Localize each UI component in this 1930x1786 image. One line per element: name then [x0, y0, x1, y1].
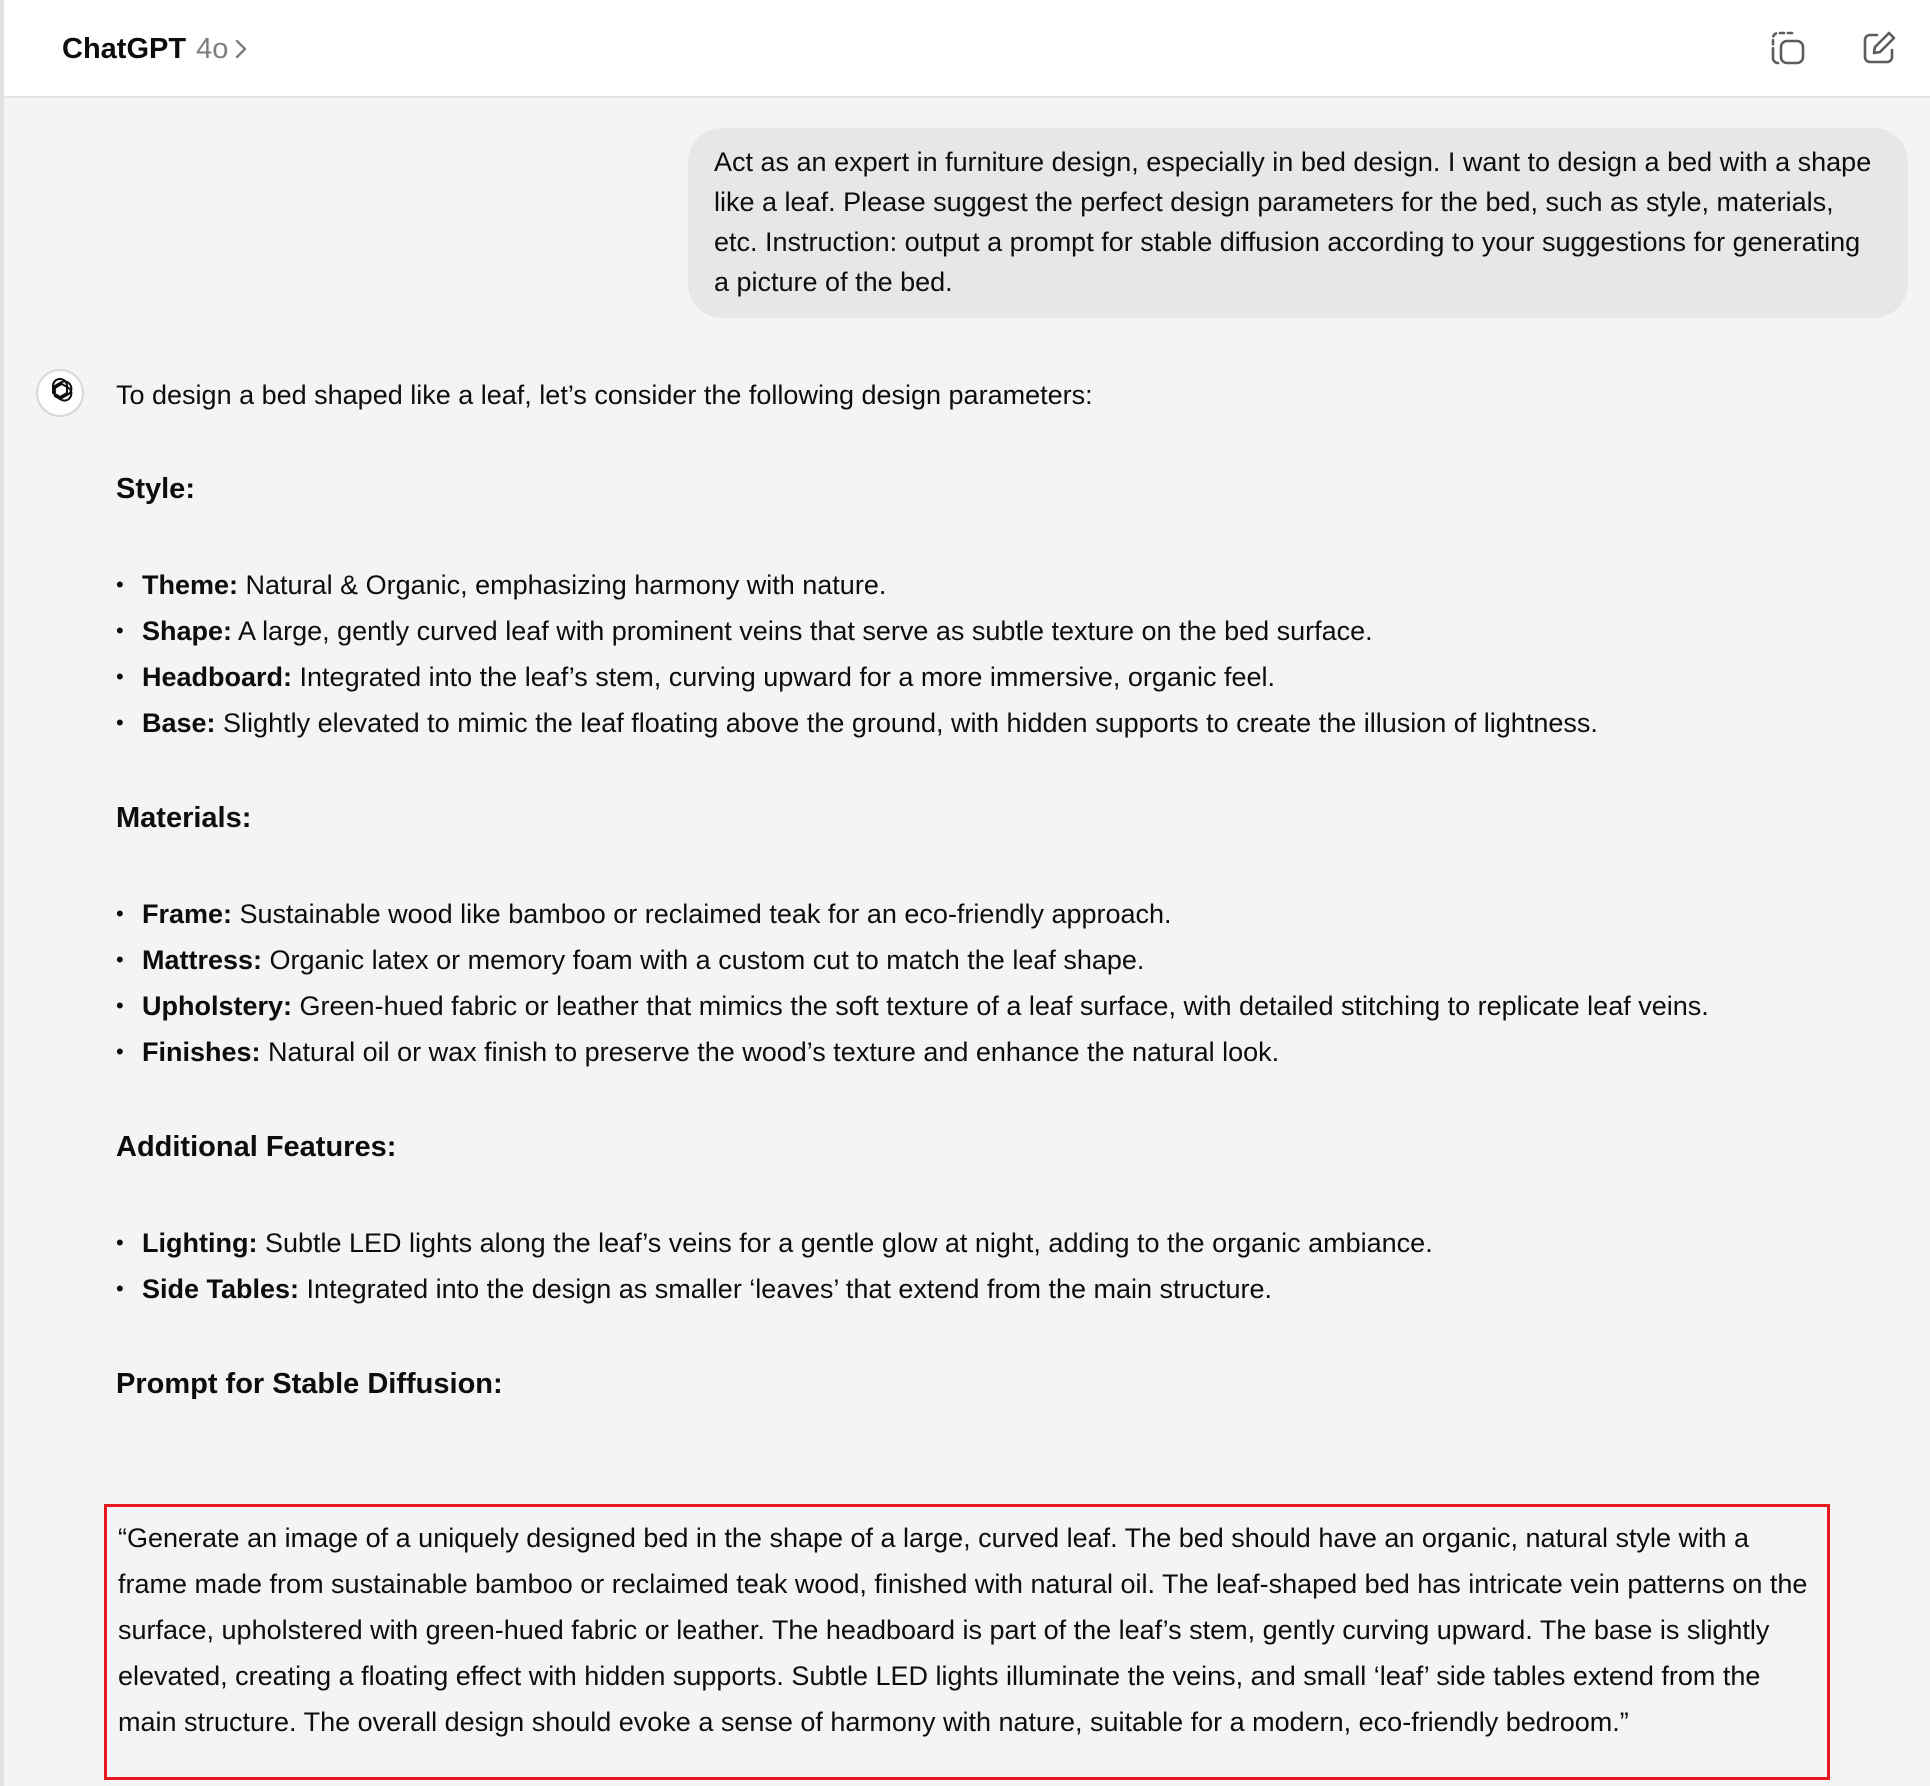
response-intro: To design a bed shaped like a leaf, let’…: [116, 380, 1093, 410]
assistant-avatar: [36, 369, 84, 417]
item-label: Lighting:: [142, 1228, 258, 1258]
window-edge: [0, 0, 4, 1786]
item-label: Upholstery:: [142, 991, 293, 1021]
highlighted-prompt-text: “Generate an image of a uniquely designe…: [104, 1504, 1830, 1780]
item-text: Integrated into the design as smaller ‘l…: [299, 1274, 1273, 1304]
style-list: Theme: Natural & Organic, emphasizing ha…: [116, 562, 1906, 746]
item-text: Integrated into the leaf’s stem, curving…: [292, 662, 1275, 692]
list-item: Shape: A large, gently curved leaf with …: [116, 608, 1906, 654]
item-label: Mattress:: [142, 945, 263, 975]
section-heading-materials: Materials:: [116, 802, 252, 834]
top-bar: ChatGPT 4o: [4, 0, 1930, 98]
list-item: Theme: Natural & Organic, emphasizing ha…: [116, 562, 1906, 608]
list-item: Lighting: Subtle LED lights along the le…: [116, 1220, 1906, 1266]
item-label: Theme:: [142, 570, 239, 600]
list-item: Mattress: Organic latex or memory foam w…: [116, 937, 1906, 983]
chevron-right-icon: [234, 38, 248, 60]
item-text: Organic latex or memory foam with a cust…: [262, 945, 1145, 975]
openai-logo-icon: [43, 374, 77, 413]
section-heading-additional-features: Additional Features:: [116, 1131, 397, 1163]
item-label: Finishes:: [142, 1037, 261, 1067]
item-text: Slightly elevated to mimic the leaf floa…: [215, 708, 1598, 738]
user-message: Act as an expert in furniture design, es…: [688, 128, 1908, 318]
list-item: Base: Slightly elevated to mimic the lea…: [116, 700, 1906, 746]
item-label: Headboard:: [142, 662, 293, 692]
item-text: A large, gently curved leaf with promine…: [232, 616, 1373, 646]
item-label: Frame:: [142, 899, 233, 929]
model-name: ChatGPT: [62, 32, 187, 65]
model-version: 4o: [196, 32, 229, 65]
item-text: Green-hued fabric or leather that mimics…: [292, 991, 1709, 1021]
model-selector[interactable]: ChatGPT 4o: [62, 28, 248, 70]
materials-list: Frame: Sustainable wood like bamboo or r…: [116, 891, 1906, 1075]
list-item: Upholstery: Green-hued fabric or leather…: [116, 983, 1906, 1029]
section-heading-style: Style:: [116, 473, 195, 505]
list-item: Side Tables: Integrated into the design …: [116, 1266, 1906, 1312]
item-text: Subtle LED lights along the leaf’s veins…: [257, 1228, 1433, 1258]
item-label: Base:: [142, 708, 216, 738]
item-label: Shape:: [142, 616, 233, 646]
item-text: Sustainable wood like bamboo or reclaime…: [232, 899, 1172, 929]
item-label: Side Tables:: [142, 1274, 300, 1304]
temporary-chat-button[interactable]: [1764, 26, 1812, 74]
list-item: Frame: Sustainable wood like bamboo or r…: [116, 891, 1906, 937]
section-heading-prompt: Prompt for Stable Diffusion:: [116, 1368, 503, 1400]
item-text: Natural & Organic, emphasizing harmony w…: [238, 570, 887, 600]
temporary-chat-icon: [1768, 28, 1808, 73]
list-item: Finishes: Natural oil or wax finish to p…: [116, 1029, 1906, 1075]
new-chat-icon: [1860, 29, 1898, 72]
assistant-response: To design a bed shaped like a leaf, let’…: [116, 373, 1906, 1457]
item-text: Natural oil or wax finish to preserve th…: [260, 1037, 1280, 1067]
additional-features-list: Lighting: Subtle LED lights along the le…: [116, 1220, 1906, 1312]
new-chat-button[interactable]: [1855, 26, 1903, 74]
list-item: Headboard: Integrated into the leaf’s st…: [116, 654, 1906, 700]
